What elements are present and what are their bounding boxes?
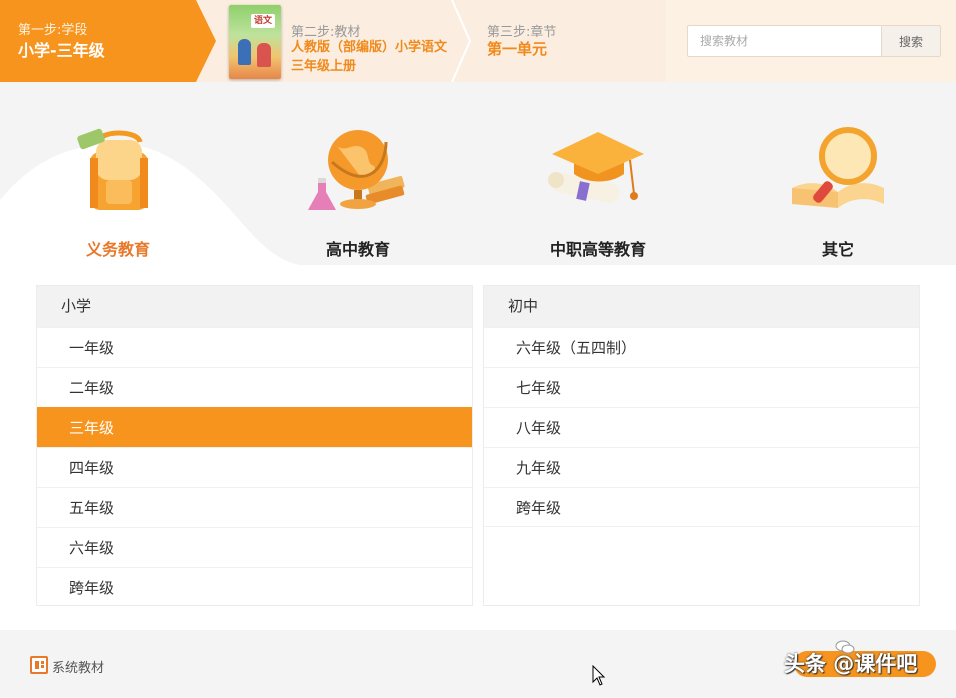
grade-item[interactable]: 跨年级 bbox=[37, 567, 472, 607]
primary-school-panel: 小学 一年级 二年级 三年级 四年级 五年级 六年级 跨年级 bbox=[36, 285, 473, 606]
category-compulsory[interactable]: 义务教育 bbox=[18, 82, 218, 265]
category-label: 高中教育 bbox=[325, 240, 390, 259]
step-stage-value: 小学-三年级 bbox=[18, 41, 105, 60]
schoolbag-icon bbox=[77, 128, 148, 210]
step-textbook-value: 人教版（部编版）小学语文三年级上册 bbox=[291, 40, 448, 74]
textbook-cover-image: 语文 bbox=[229, 5, 281, 79]
system-textbook-label: 系统教材 bbox=[52, 661, 105, 676]
category-vocational-higher[interactable]: 中职高等教育 bbox=[498, 82, 698, 265]
step-bar: 第一步:学段 小学-三年级 语文 第二步:教材 人教版（部编版）小学语文三年级上… bbox=[0, 0, 956, 82]
step-chapter[interactable]: 第三步:章节 第一单元 bbox=[472, 0, 662, 82]
step-stage[interactable]: 第一步:学段 小学-三年级 bbox=[0, 0, 216, 82]
step-stage-label: 第一步:学段 bbox=[18, 23, 88, 38]
panel-title: 初中 bbox=[484, 286, 919, 327]
search-bar: 搜索 bbox=[666, 0, 956, 82]
grade-item[interactable]: 六年级（五四制） bbox=[484, 327, 919, 367]
grade-item-selected[interactable]: 三年级 bbox=[37, 407, 472, 447]
step-chevron-icon bbox=[450, 0, 472, 82]
textbook-list-icon bbox=[30, 656, 48, 674]
globe-icon bbox=[308, 130, 405, 210]
category-label: 义务教育 bbox=[85, 240, 150, 259]
middle-school-panel: 初中 六年级（五四制） 七年级 八年级 九年级 跨年级 bbox=[483, 285, 920, 606]
panel-title: 小学 bbox=[37, 286, 472, 327]
grade-item[interactable]: 六年级 bbox=[37, 527, 472, 567]
magnifier-book-icon bbox=[792, 127, 884, 208]
search-input[interactable] bbox=[687, 25, 881, 57]
category-label: 其它 bbox=[821, 240, 854, 259]
watermark: 头条 @课件吧 bbox=[780, 640, 940, 678]
watermark-text: 头条 @课件吧 bbox=[784, 652, 918, 676]
grade-item[interactable]: 二年级 bbox=[37, 367, 472, 407]
category-band: 义务教育 高中教育 中职高等教育 其它 bbox=[0, 82, 956, 265]
graduation-cap-icon bbox=[548, 132, 644, 203]
grade-item[interactable]: 一年级 bbox=[37, 327, 472, 367]
step-chapter-value: 第一单元 bbox=[487, 40, 548, 58]
grade-item[interactable]: 五年级 bbox=[37, 487, 472, 527]
textbook-cover-title: 语文 bbox=[251, 14, 275, 28]
grade-item[interactable]: 跨年级 bbox=[484, 487, 919, 527]
category-other[interactable]: 其它 bbox=[738, 82, 938, 265]
grade-item[interactable]: 四年级 bbox=[37, 447, 472, 487]
category-label: 中职高等教育 bbox=[549, 240, 646, 259]
grade-item[interactable]: 九年级 bbox=[484, 447, 919, 487]
category-high-school[interactable]: 高中教育 bbox=[258, 82, 458, 265]
grade-item[interactable]: 七年级 bbox=[484, 367, 919, 407]
step-textbook[interactable]: 语文 第二步:教材 人教版（部编版）小学语文三年级上册 bbox=[216, 0, 466, 82]
search-button[interactable]: 搜索 bbox=[881, 25, 941, 57]
mouse-cursor-icon bbox=[592, 665, 606, 686]
grade-item[interactable]: 八年级 bbox=[484, 407, 919, 447]
